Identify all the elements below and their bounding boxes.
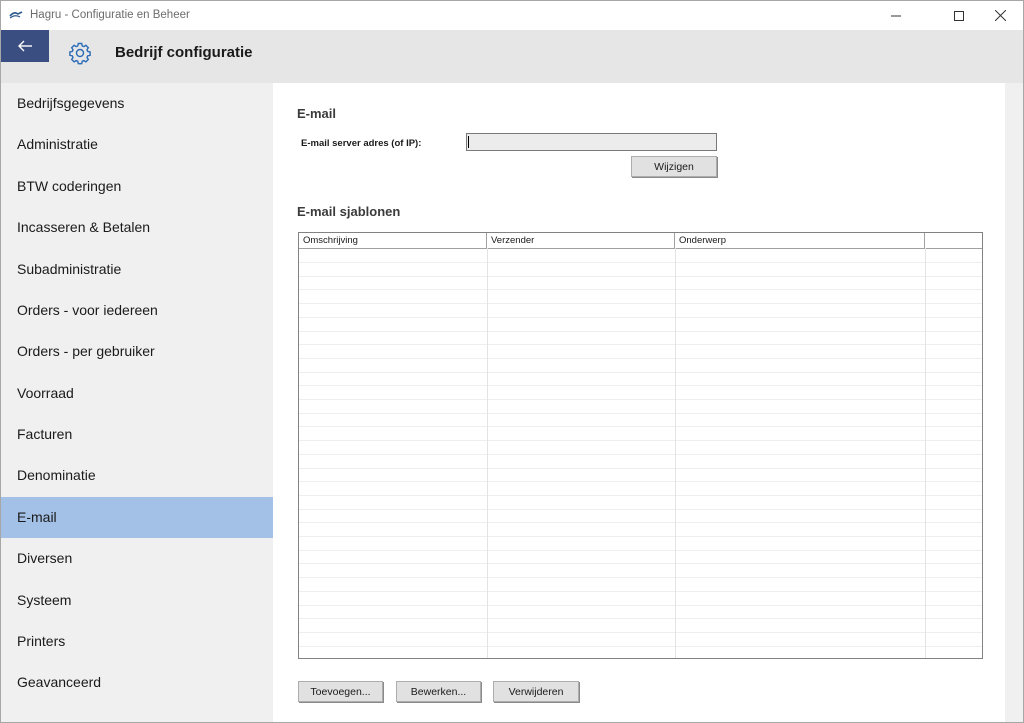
sidebar-item-label: BTW coderingen	[17, 178, 122, 194]
sidebar-item-printers[interactable]: Printers	[1, 621, 273, 662]
sidebar-item-bedrijfsgegevens[interactable]: Bedrijfsgegevens	[1, 83, 273, 124]
table-row-line	[299, 440, 982, 442]
sidebar-item-label: Voorraad	[17, 385, 74, 401]
table-row-line	[299, 371, 982, 373]
table-row-line	[299, 577, 982, 579]
sidebar: Bedrijfsgegevens Administratie BTW coder…	[1, 83, 273, 722]
table-row-line	[299, 316, 982, 318]
table-row-line	[299, 631, 982, 633]
minimize-button[interactable]	[873, 1, 919, 30]
table-row-line	[299, 426, 982, 428]
sidebar-item-systeem[interactable]: Systeem	[1, 580, 273, 621]
table-row-line	[299, 453, 982, 455]
sidebar-item-label: Facturen	[17, 426, 73, 442]
table-row-line	[299, 604, 982, 606]
window-title: Hagru - Configuratie en Beheer	[30, 9, 190, 21]
table-row-line	[299, 467, 982, 469]
sidebar-item-voorraad[interactable]: Voorraad	[1, 373, 273, 414]
email-server-label: E-mail server adres (of IP):	[301, 138, 422, 149]
minimize-icon	[891, 15, 901, 16]
page-title: Bedrijf configuratie	[115, 44, 253, 61]
sidebar-item-label: Diversen	[17, 550, 73, 566]
table-row-line	[299, 645, 982, 647]
table-row-line	[299, 399, 982, 400]
sidebar-item-administratie[interactable]: Administratie	[1, 124, 273, 165]
app-window: Hagru - Configuratie en Beheer Bedrijf c…	[0, 0, 1024, 723]
table-row-line	[299, 289, 982, 291]
maximize-icon	[954, 10, 964, 21]
table-row-line	[299, 549, 982, 551]
sidebar-item-email[interactable]: E-mail	[1, 497, 273, 538]
table-column-line	[675, 248, 676, 658]
gear-icon	[69, 42, 91, 65]
app-logo-icon	[9, 11, 23, 19]
title-bar: Hagru - Configuratie en Beheer	[1, 1, 1023, 30]
column-header-onderwerp[interactable]: Onderwerp	[675, 233, 925, 248]
table-row-line	[299, 508, 982, 510]
add-template-button[interactable]: Toevoegen...	[298, 681, 383, 702]
text-caret	[468, 136, 469, 148]
table-header: Omschrijving Verzender Onderwerp	[299, 233, 982, 249]
sidebar-item-orders-iedereen[interactable]: Orders - voor iedereen	[1, 290, 273, 331]
page-header: Bedrijf configuratie	[1, 30, 1023, 83]
sidebar-item-label: Bedrijfsgegevens	[17, 95, 125, 111]
templates-section-title: E-mail sjablonen	[297, 204, 401, 219]
table-row-line	[299, 618, 982, 620]
column-header-verzender[interactable]: Verzender	[487, 233, 675, 248]
table-column-line	[925, 248, 926, 658]
table-row-line	[299, 357, 982, 359]
sidebar-item-label: Geavanceerd	[17, 674, 102, 690]
table-row-line	[299, 536, 982, 537]
table-row-line	[299, 385, 982, 387]
sidebar-item-subadministratie[interactable]: Subadministratie	[1, 249, 273, 290]
sidebar-item-geavanceerd[interactable]: Geavanceerd	[1, 662, 273, 703]
back-button[interactable]	[1, 30, 49, 62]
sidebar-item-label: Denominatie	[17, 467, 96, 483]
column-header-omschrijving[interactable]: Omschrijving	[299, 233, 487, 248]
sidebar-item-label: Administratie	[17, 136, 98, 152]
sidebar-item-label: E-mail	[17, 509, 57, 525]
email-templates-table[interactable]: Omschrijving Verzender Onderwerp	[298, 232, 983, 659]
sidebar-item-label: Orders - voor iedereen	[17, 302, 158, 318]
table-row-line	[299, 481, 982, 483]
column-header-extra[interactable]	[925, 233, 982, 248]
sidebar-item-label: Systeem	[17, 592, 72, 608]
table-row-line	[299, 563, 982, 565]
table-row-line	[299, 590, 982, 592]
maximize-button[interactable]	[936, 1, 982, 30]
sidebar-item-btw-coderingen[interactable]: BTW coderingen	[1, 166, 273, 207]
right-margin-strip	[1005, 83, 1023, 722]
table-row-line	[299, 303, 982, 305]
sidebar-item-label: Printers	[17, 633, 66, 649]
table-row-line	[299, 522, 982, 524]
table-row-line	[299, 344, 982, 346]
delete-template-button[interactable]: Verwijderen	[493, 681, 579, 702]
arrow-left-icon	[18, 40, 32, 52]
sidebar-item-label: Orders - per gebruiker	[17, 343, 155, 359]
sidebar-item-label: Incasseren & Betalen	[17, 219, 151, 235]
table-column-line	[487, 248, 488, 658]
close-button[interactable]	[977, 1, 1023, 30]
table-row-line	[299, 275, 982, 277]
edit-template-button[interactable]: Bewerken...	[396, 681, 481, 702]
sidebar-item-incasseren-betalen[interactable]: Incasseren & Betalen	[1, 207, 273, 248]
table-row-line	[299, 412, 982, 414]
email-section-title: E-mail	[297, 106, 337, 121]
close-icon	[994, 10, 1006, 21]
sidebar-item-facturen[interactable]: Facturen	[1, 414, 273, 455]
table-row-line	[299, 262, 982, 263]
table-row-line	[299, 494, 982, 496]
sidebar-item-orders-gebruiker[interactable]: Orders - per gebruiker	[1, 331, 273, 372]
change-button[interactable]: Wijzigen	[631, 156, 717, 177]
table-row-line	[299, 330, 982, 332]
sidebar-item-diversen[interactable]: Diversen	[1, 538, 273, 579]
sidebar-item-denominatie[interactable]: Denominatie	[1, 455, 273, 496]
sidebar-item-label: Subadministratie	[17, 261, 122, 277]
email-server-input[interactable]	[466, 133, 717, 151]
